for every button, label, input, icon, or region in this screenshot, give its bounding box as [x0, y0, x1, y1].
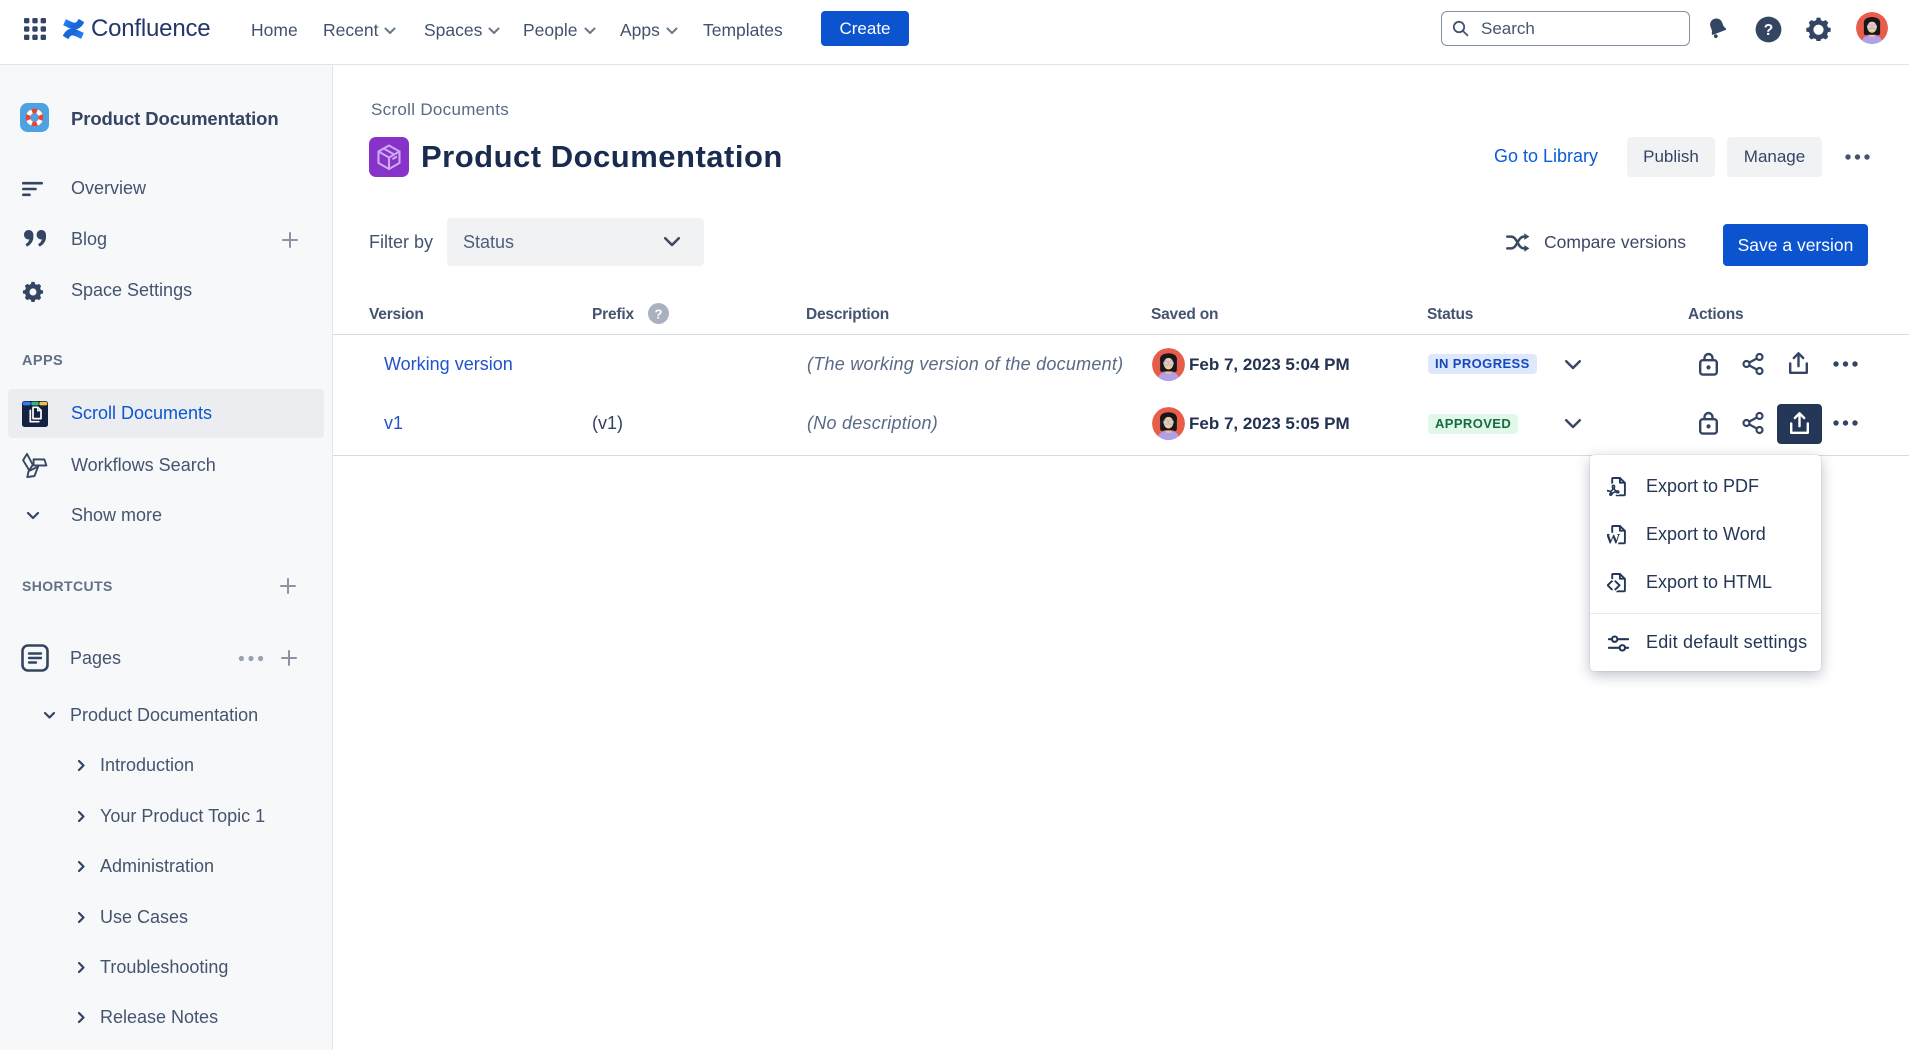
svg-text:W: W	[1607, 532, 1620, 546]
svg-text:?: ?	[655, 306, 663, 321]
svg-text:?: ?	[1764, 22, 1773, 39]
